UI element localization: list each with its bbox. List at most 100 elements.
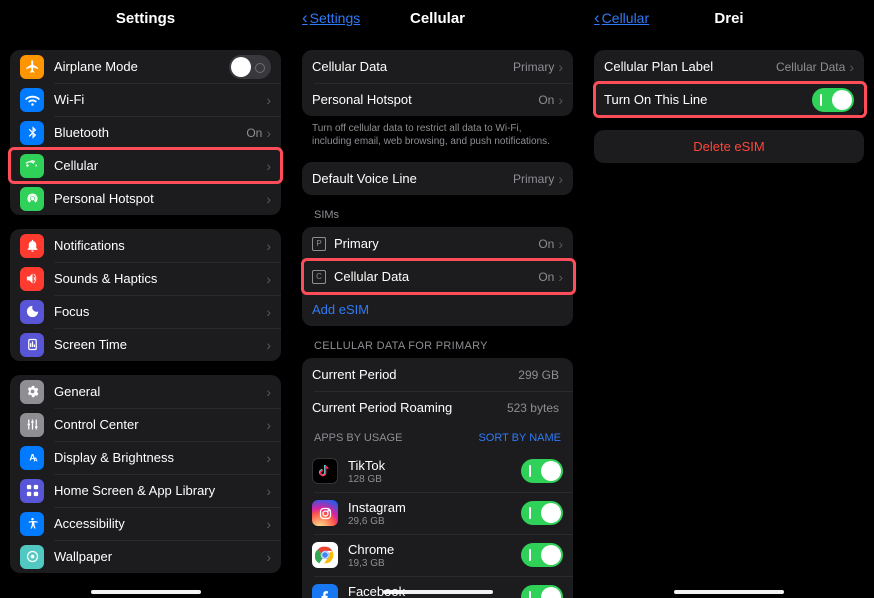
- settings-group: General › Control Center › AA Display & …: [10, 375, 281, 573]
- settings-row-notif[interactable]: Notifications ›: [10, 229, 281, 262]
- cellular-footer-note: Turn off cellular data to restrict all d…: [312, 122, 563, 148]
- chevron-right-icon: ›: [266, 417, 271, 433]
- app-switch[interactable]: [521, 543, 563, 567]
- usage-row: Current Period 299 GB: [302, 358, 573, 391]
- chevron-right-icon: ›: [558, 236, 563, 252]
- app-usage-row[interactable]: Instagram29,6 GB: [302, 492, 573, 534]
- usage-group: Current Period 299 GB Current Period Roa…: [302, 358, 573, 598]
- add-esim-row[interactable]: Add eSIM: [302, 293, 573, 326]
- chevron-right-icon: ›: [266, 304, 271, 320]
- row-label: Screen Time: [54, 337, 266, 352]
- chevron-right-icon: ›: [266, 191, 271, 207]
- delete-esim-button[interactable]: Delete eSIM: [594, 130, 864, 163]
- chevron-right-icon: ›: [266, 516, 271, 532]
- app-switch[interactable]: [521, 501, 563, 525]
- row-label: General: [54, 384, 266, 399]
- chrome-icon: [312, 542, 338, 568]
- row-label: Bluetooth: [54, 125, 246, 140]
- control-icon: [20, 413, 44, 437]
- facebook-icon: [312, 584, 338, 598]
- cellular-row[interactable]: Personal Hotspot On ›: [302, 83, 573, 116]
- chevron-right-icon: ›: [266, 549, 271, 565]
- focus-icon: [20, 300, 44, 324]
- plan-group: Cellular Plan LabelCellular Data› Turn O…: [594, 50, 864, 116]
- row-value: On: [246, 126, 262, 140]
- back-to-cellular[interactable]: ‹ Cellular: [594, 0, 649, 36]
- display-icon: AA: [20, 446, 44, 470]
- settings-title: Settings: [116, 10, 175, 27]
- settings-row-wall[interactable]: Wallpaper ›: [10, 540, 281, 573]
- back-to-settings[interactable]: ‹ Settings: [302, 0, 360, 36]
- row-label: Home Screen & App Library: [54, 483, 266, 498]
- settings-row-display[interactable]: AA Display & Brightness ›: [10, 441, 281, 474]
- chevron-right-icon: ›: [266, 238, 271, 254]
- sims-group: P Primary On› C Cellular Data On› Add eS…: [302, 227, 573, 326]
- home-indicator[interactable]: [91, 590, 201, 594]
- chevron-left-icon: ‹: [594, 8, 600, 28]
- settings-pane: Settings Airplane Mode Wi-Fi › Bluetooth…: [0, 0, 291, 598]
- row-label: Wi-Fi: [54, 92, 266, 107]
- plan-pane: ‹ Cellular Drei Cellular Plan LabelCellu…: [583, 0, 874, 598]
- settings-header: Settings: [0, 0, 291, 36]
- settings-row-sounds[interactable]: Sounds & Haptics ›: [10, 262, 281, 295]
- cellular-header: ‹ Settings Cellular: [292, 0, 583, 36]
- plan-row[interactable]: Turn On This Line: [594, 83, 864, 116]
- wall-icon: [20, 545, 44, 569]
- settings-row-general[interactable]: General ›: [10, 375, 281, 408]
- notif-icon: [20, 234, 44, 258]
- app-usage-row[interactable]: TikTok128 GB: [302, 450, 573, 492]
- plan-row[interactable]: Cellular Plan LabelCellular Data›: [594, 50, 864, 83]
- app-usage-row[interactable]: Facebook15,8 GB: [302, 576, 573, 598]
- chevron-right-icon: ›: [266, 337, 271, 353]
- tiktok-icon: [312, 458, 338, 484]
- airplane-switch[interactable]: [229, 55, 271, 79]
- turn-on-line-switch[interactable]: [812, 88, 854, 112]
- row-label: Sounds & Haptics: [54, 271, 266, 286]
- sort-by-name-link[interactable]: SORT BY NAME: [478, 432, 561, 444]
- cellular-pane: ‹ Settings Cellular Cellular Data Primar…: [291, 0, 583, 598]
- row-label: Accessibility: [54, 516, 266, 531]
- svg-text:A: A: [33, 457, 37, 463]
- settings-row-hotspot[interactable]: Personal Hotspot ›: [10, 182, 281, 215]
- settings-group: Airplane Mode Wi-Fi › Bluetooth On › Cell…: [10, 50, 281, 215]
- row-label: Wallpaper: [54, 549, 266, 564]
- row-value: Primary: [513, 60, 554, 74]
- sim-badge-icon: P: [312, 237, 326, 251]
- cellular-row[interactable]: Cellular Data Primary ›: [302, 50, 573, 83]
- settings-row-airplane[interactable]: Airplane Mode: [10, 50, 281, 83]
- row-label: Cellular: [54, 158, 266, 173]
- settings-group: Notifications › Sounds & Haptics › Focus…: [10, 229, 281, 361]
- apps-by-usage-label: APPS BY USAGE: [314, 432, 402, 444]
- settings-row-access[interactable]: Accessibility ›: [10, 507, 281, 540]
- app-switch[interactable]: [521, 459, 563, 483]
- chevron-right-icon: ›: [266, 125, 271, 141]
- sounds-icon: [20, 267, 44, 291]
- settings-row-cellular[interactable]: Cellular ›: [10, 149, 281, 182]
- settings-row-bluetooth[interactable]: Bluetooth On ›: [10, 116, 281, 149]
- settings-row-home[interactable]: Home Screen & App Library ›: [10, 474, 281, 507]
- home-indicator[interactable]: [383, 590, 493, 594]
- home-indicator[interactable]: [674, 590, 784, 594]
- hotspot-icon: [20, 187, 44, 211]
- row-label: Personal Hotspot: [312, 92, 538, 107]
- cellular-icon: [20, 154, 44, 178]
- usage-row: Current Period Roaming 523 bytes: [302, 391, 573, 424]
- sim-row[interactable]: C Cellular Data On›: [302, 260, 573, 293]
- bluetooth-icon: [20, 121, 44, 145]
- row-label: Notifications: [54, 238, 266, 253]
- app-switch[interactable]: [521, 585, 563, 598]
- chevron-right-icon: ›: [558, 59, 563, 75]
- app-usage-row[interactable]: Chrome19,3 GB: [302, 534, 573, 576]
- chevron-right-icon: ›: [558, 269, 563, 285]
- row-label: Cellular Data: [312, 59, 513, 74]
- settings-row-control[interactable]: Control Center ›: [10, 408, 281, 441]
- chevron-right-icon: ›: [266, 384, 271, 400]
- settings-row-focus[interactable]: Focus ›: [10, 295, 281, 328]
- settings-row-screentime[interactable]: Screen Time ›: [10, 328, 281, 361]
- default-voice-row[interactable]: Default Voice Line Primary›: [302, 162, 573, 195]
- settings-row-wifi[interactable]: Wi-Fi ›: [10, 83, 281, 116]
- row-value: On: [538, 93, 554, 107]
- sim-row[interactable]: P Primary On›: [302, 227, 573, 260]
- screentime-icon: [20, 333, 44, 357]
- chevron-right-icon: ›: [558, 92, 563, 108]
